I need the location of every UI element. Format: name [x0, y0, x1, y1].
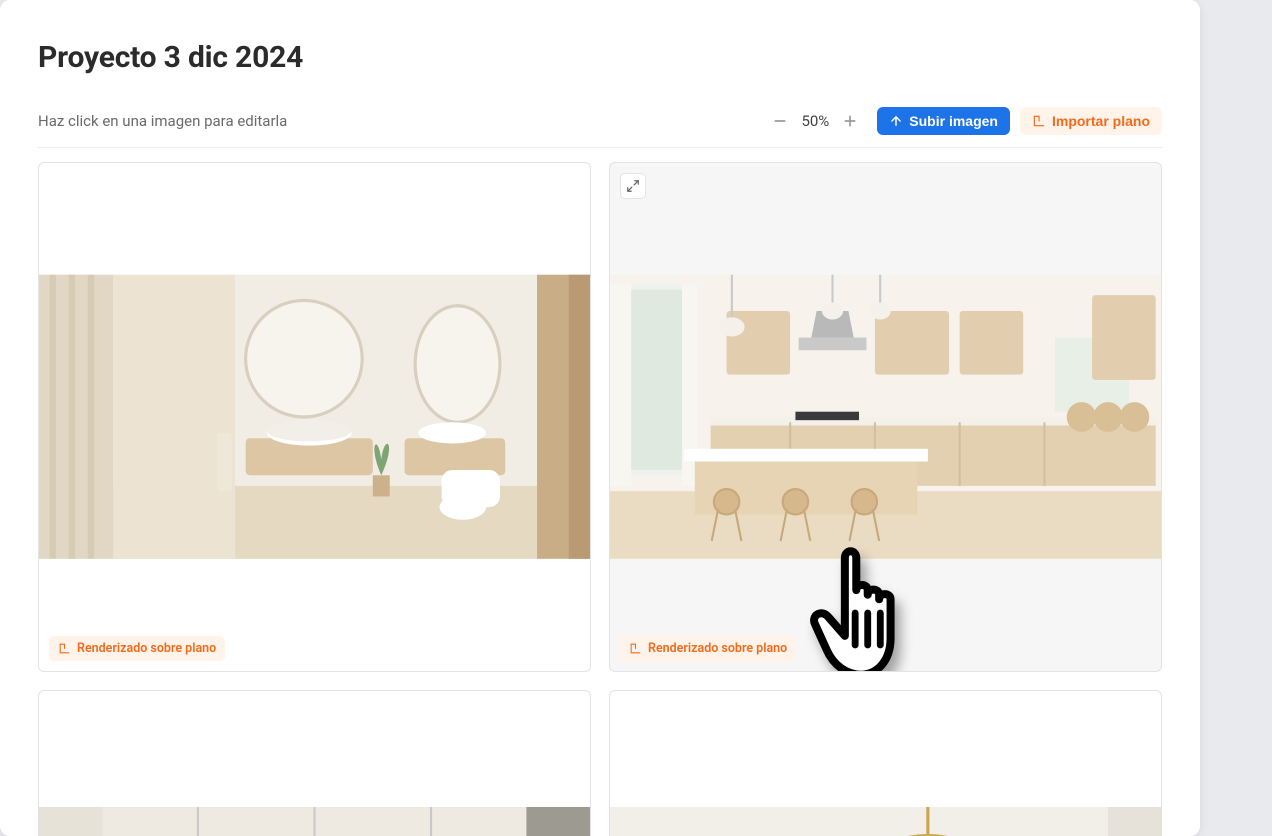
- render-badge-label: Renderizado sobre plano: [77, 641, 216, 656]
- zoom-value: 50%: [801, 112, 829, 130]
- image-thumbnail: [610, 275, 1161, 559]
- minus-icon: [772, 113, 788, 129]
- bathroom-render: [39, 275, 590, 559]
- zoom-group: 50%: [769, 110, 861, 132]
- import-plan-label: Importar plano: [1052, 114, 1150, 128]
- floorplan-icon: [1032, 114, 1046, 128]
- toolbar: Haz click en una imagen para editarla 50…: [38, 107, 1162, 148]
- import-plan-button[interactable]: Importar plano: [1020, 107, 1162, 135]
- zoom-out-button[interactable]: [769, 110, 791, 132]
- render-badge-label: Renderizado sobre plano: [648, 641, 787, 656]
- floorplan-icon: [58, 642, 71, 655]
- interior-render: [39, 807, 590, 836]
- page-title: Proyecto 3 dic 2024: [38, 40, 1162, 75]
- zoom-in-button[interactable]: [839, 110, 861, 132]
- floorplan-icon: [629, 642, 642, 655]
- interior-render: [610, 807, 1161, 836]
- image-card[interactable]: Renderizado sobre plano: [609, 162, 1162, 672]
- image-card[interactable]: Renderizado sobre plano: [38, 162, 591, 672]
- plus-icon: [842, 113, 858, 129]
- help-text: Haz click en una imagen para editarla: [38, 112, 769, 130]
- image-thumbnail: [39, 807, 590, 836]
- expand-button[interactable]: [620, 173, 646, 199]
- image-thumbnail: [39, 275, 590, 559]
- upload-image-button[interactable]: Subir imagen: [877, 107, 1010, 135]
- render-badge: Renderizado sobre plano: [49, 636, 225, 661]
- image-card[interactable]: [609, 690, 1162, 836]
- upload-icon: [889, 114, 903, 128]
- expand-icon: [626, 179, 640, 193]
- image-card[interactable]: [38, 690, 591, 836]
- render-badge: Renderizado sobre plano: [620, 636, 796, 661]
- image-grid: Renderizado sobre plano: [38, 162, 1162, 836]
- kitchen-render: [610, 275, 1161, 559]
- upload-image-label: Subir imagen: [909, 114, 998, 128]
- image-thumbnail: [610, 807, 1161, 836]
